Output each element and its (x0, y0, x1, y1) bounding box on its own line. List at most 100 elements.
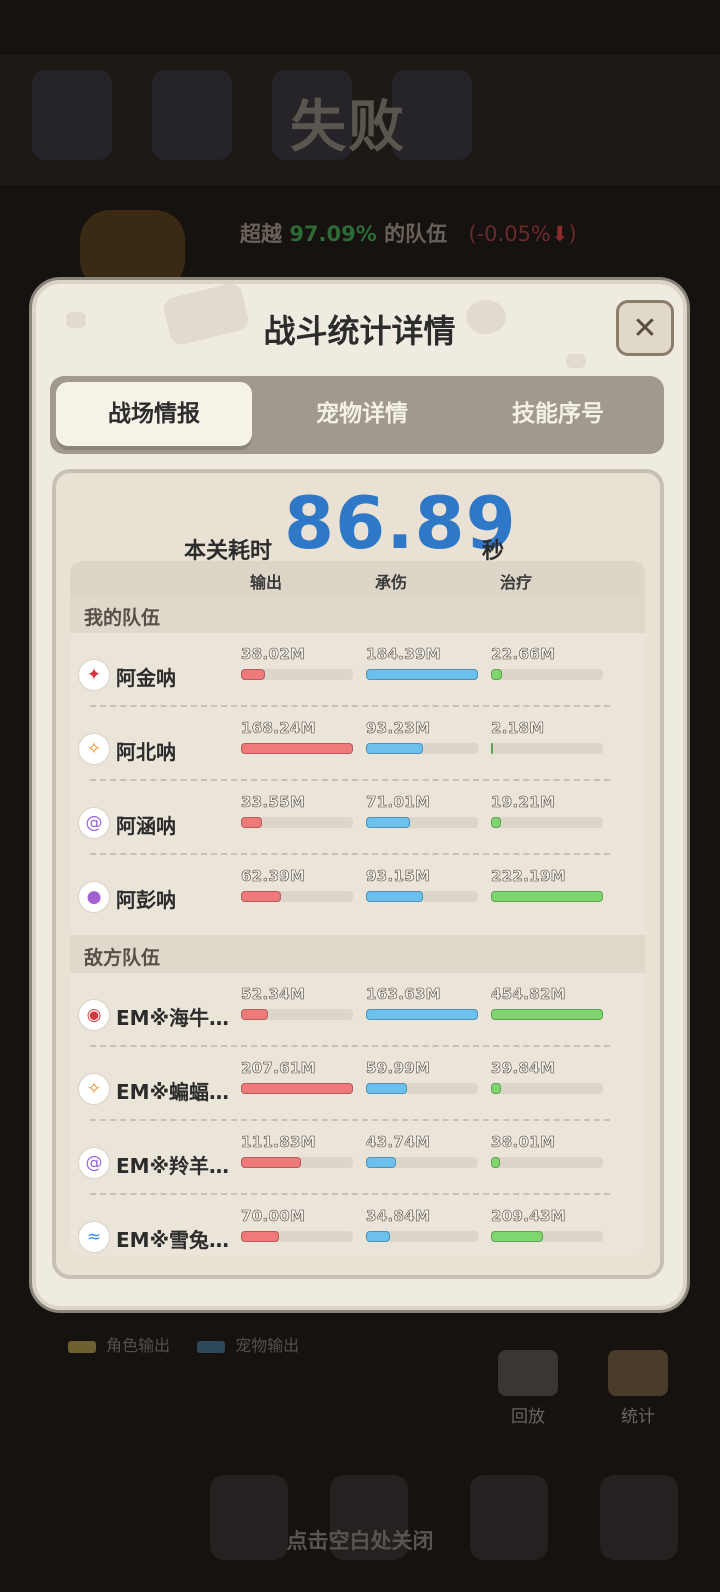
stat-heal-fill (491, 743, 493, 754)
table-header: 输出 承伤 治疗 (70, 561, 645, 595)
my-team-section: 我的队伍 (70, 595, 645, 633)
down-arrow-icon: ⬇ (550, 222, 569, 246)
stat-output-bar (241, 891, 353, 902)
stat-taken-fill (366, 1231, 390, 1242)
red-element-icon: ✦ (78, 659, 110, 691)
close-hint: 点击空白处关闭 (286, 1529, 434, 1553)
stats-button[interactable]: 统计 (598, 1350, 678, 1427)
table-row[interactable]: @ EM※羚羊… 111.83M 43.74M 38.01M (70, 1121, 645, 1195)
tab-battle-info[interactable]: 战场情报 (56, 382, 252, 446)
result-title: 失败 (290, 95, 406, 160)
enemy-team-label: 敌方队伍 (84, 947, 161, 969)
legend-swatch-role (68, 1340, 96, 1353)
stat-taken-fill (366, 891, 424, 902)
stat-heal: 39.84M (491, 1059, 603, 1094)
stat-output-fill (241, 1231, 280, 1242)
stat-output: 207.61M (241, 1059, 353, 1094)
stat-taken: 71.01M (366, 793, 478, 828)
stat-heal: 19.21M (491, 793, 603, 828)
rank-delta-value: (-0.05% (468, 222, 551, 246)
table-row[interactable]: ≈ EM※雪兔… 70.00M 34.84M 209.43M (70, 1195, 645, 1256)
rank-suffix: 的队伍 (384, 222, 448, 246)
pet-name: 阿彭呐 (116, 888, 176, 912)
stat-taken-value: 71.01M (366, 793, 431, 812)
close-icon: ✕ (632, 310, 658, 346)
stat-output: 70.00M (241, 1207, 353, 1242)
stat-heal: 209.43M (491, 1207, 603, 1242)
table-row[interactable]: ◉ EM※海牛… 52.34M 163.63M 454.82M (70, 973, 645, 1047)
stat-heal-fill (491, 1009, 603, 1020)
rank-percent: 97.09% (289, 222, 377, 246)
stat-output-bar (241, 1009, 353, 1020)
stat-heal-value: 22.66M (491, 645, 556, 664)
dialog-title: 战斗统计详情 (263, 312, 456, 350)
stat-heal-value: 222.19M (491, 867, 566, 886)
rank-badge-icon (80, 210, 185, 290)
stat-heal: 22.66M (491, 645, 603, 680)
purple-orb-icon: ● (78, 881, 110, 913)
table-row[interactable]: ✧ 阿北呐 168.24M 93.23M 2.18M (70, 707, 645, 781)
stat-taken-fill (366, 669, 478, 680)
pet-name: EM※蝙蝠… (116, 1080, 230, 1104)
table-row[interactable]: ● 阿彭呐 62.39M 93.15M 222.19M (70, 855, 645, 929)
stat-heal: 2.18M (491, 719, 603, 754)
decor-pebble-icon (566, 354, 586, 368)
stat-heal-fill (491, 1157, 500, 1168)
scroll-icon (608, 1350, 668, 1396)
stat-taken-bar (366, 1083, 478, 1094)
table-row[interactable]: @ 阿涵呐 33.55M 71.01M 19.21M (70, 781, 645, 855)
hero-avatar (32, 70, 112, 160)
stat-heal-bar (491, 1231, 603, 1242)
table-row[interactable]: ✧ EM※蝙蝠… 207.61M 59.99M 39.84M (70, 1047, 645, 1121)
stat-heal-fill (491, 669, 503, 680)
replay-button[interactable]: 回放 (488, 1350, 568, 1427)
hero-avatar (152, 70, 232, 160)
stat-taken-fill (366, 817, 410, 828)
blue-wave-icon: ≈ (78, 1221, 110, 1253)
stat-output-value: 207.61M (241, 1059, 316, 1078)
orange-element-icon: ✧ (78, 1073, 110, 1105)
stat-taken: 59.99M (366, 1059, 478, 1094)
stat-output: 111.83M (241, 1133, 353, 1168)
stat-taken-value: 184.39M (366, 645, 441, 664)
tab-skill-order[interactable]: 技能序号 (460, 382, 656, 446)
pet-name: EM※羚羊… (116, 1154, 230, 1178)
stat-output-value: 111.83M (241, 1133, 316, 1152)
stat-taken: 163.63M (366, 985, 478, 1020)
stat-output: 38.02M (241, 645, 353, 680)
stat-output: 62.39M (241, 867, 353, 902)
stat-taken-value: 59.99M (366, 1059, 431, 1078)
stat-heal-value: 209.43M (491, 1207, 566, 1226)
stat-taken: 93.15M (366, 867, 478, 902)
stat-output-fill (241, 891, 282, 902)
stat-taken-value: 93.15M (366, 867, 431, 886)
stat-output-bar (241, 743, 353, 754)
stat-taken: 34.84M (366, 1207, 478, 1242)
stat-output-bar (241, 1157, 353, 1168)
stat-taken-bar (366, 1009, 478, 1020)
stats-table[interactable]: 输出 承伤 治疗 我的队伍 敌方队伍 ✦ 阿金呐 38.02M 184.39M 22.6… (70, 561, 645, 1256)
replay-label: 回放 (511, 1407, 545, 1427)
tab-pet-details[interactable]: 宠物详情 (264, 382, 460, 446)
stat-heal: 38.01M (491, 1133, 603, 1168)
stat-heal-bar (491, 1009, 603, 1020)
stat-heal-bar (491, 891, 603, 902)
stat-taken: 93.23M (366, 719, 478, 754)
col-damage-taken: 承伤 (375, 573, 408, 592)
battle-stats-dialog: 战斗统计详情 ✕ 战场情报 宠物详情 技能序号 本关耗时 86.89 秒 输出 … (32, 280, 687, 1310)
close-button[interactable]: ✕ (616, 300, 674, 356)
table-row[interactable]: ✦ 阿金呐 38.02M 184.39M 22.66M (70, 633, 645, 707)
orange-element-icon: ✧ (78, 733, 110, 765)
stat-output: 33.55M (241, 793, 353, 828)
stat-output-fill (241, 1083, 353, 1094)
pet-name: 阿北呐 (116, 740, 176, 764)
stat-output-value: 33.55M (241, 793, 306, 812)
purple-swirl-icon: @ (78, 807, 110, 839)
battle-info-content: 本关耗时 86.89 秒 输出 承伤 治疗 我的队伍 敌方队伍 ✦ 阿金呐 38.0… (52, 469, 664, 1279)
legend-pet-label: 宠物输出 (235, 1336, 300, 1355)
stat-heal: 222.19M (491, 867, 603, 902)
stat-taken-value: 93.23M (366, 719, 431, 738)
stat-output-fill (241, 1009, 268, 1020)
enemy-team-section: 敌方队伍 (70, 935, 645, 973)
stat-taken-value: 34.84M (366, 1207, 431, 1226)
